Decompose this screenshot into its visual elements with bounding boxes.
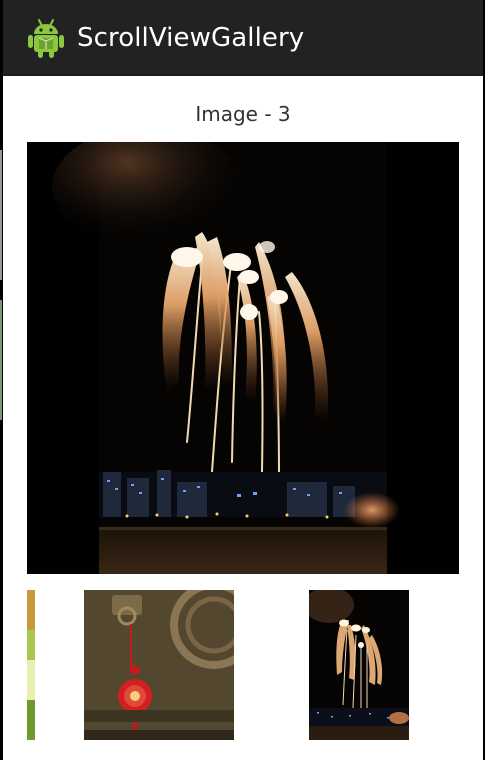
thumbnail-strip[interactable] xyxy=(3,590,483,740)
thumbnail-red-knot-door[interactable] xyxy=(84,590,234,740)
thumbnail-green-flowers[interactable] xyxy=(27,590,35,740)
app-window: ScrollViewGallery Image - 3 xyxy=(3,0,483,760)
image-caption: Image - 3 xyxy=(195,102,291,126)
main-image[interactable] xyxy=(27,142,459,574)
android-robot-icon[interactable] xyxy=(25,17,67,59)
app-title: ScrollViewGallery xyxy=(77,23,305,53)
gallery-content[interactable]: Image - 3 xyxy=(3,76,483,760)
action-bar: ScrollViewGallery xyxy=(3,0,483,76)
left-edge-indicator xyxy=(0,150,2,280)
left-edge-indicator xyxy=(0,300,2,420)
thumbnail-fireworks[interactable] xyxy=(309,590,409,740)
